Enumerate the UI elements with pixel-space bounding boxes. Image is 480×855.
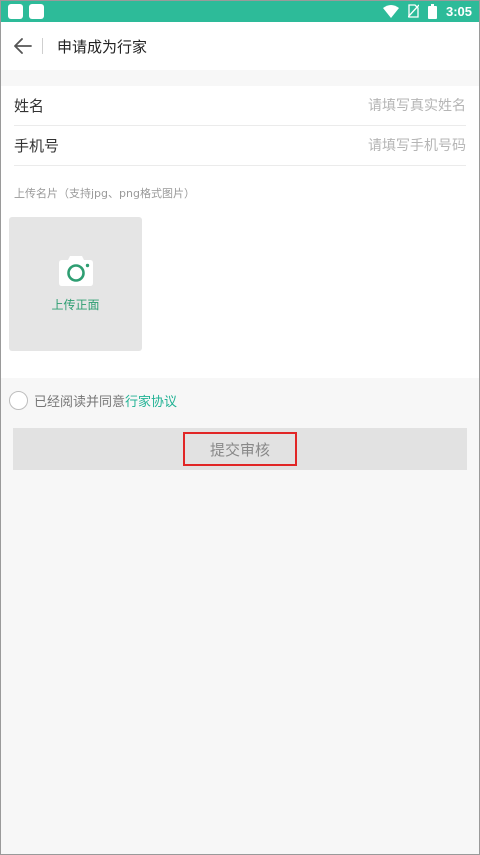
phone-input[interactable] xyxy=(206,137,466,154)
agreement-link[interactable]: 行家协议 xyxy=(125,391,177,410)
status-bar: 3:05 xyxy=(0,0,480,22)
no-sim-icon xyxy=(407,4,419,18)
app-square-icon xyxy=(29,3,44,19)
phone-label: 手机号 xyxy=(14,137,60,155)
status-icons: 3:05 xyxy=(382,3,472,19)
submit-review-button[interactable]: 提交审核 xyxy=(183,432,297,466)
header-divider xyxy=(42,38,43,54)
phone-row: 手机号 xyxy=(14,126,466,166)
agreement-checkbox[interactable] xyxy=(9,391,28,410)
wifi-icon xyxy=(382,4,399,18)
back-arrow-icon xyxy=(14,38,32,54)
upload-front-button[interactable]: 上传正面 xyxy=(9,217,142,351)
submit-bar: 提交审核 xyxy=(13,428,467,470)
back-button[interactable] xyxy=(10,33,36,59)
agreement-text: 已经阅读并同意 xyxy=(34,395,126,410)
status-time: 3:05 xyxy=(445,3,472,19)
upload-hint: 上传名片（支持jpg、png格式图片） xyxy=(14,187,195,200)
application-form: 姓名 手机号 上传名片（支持jpg、png格式图片） 上传正面 xyxy=(0,86,480,378)
name-label: 姓名 xyxy=(14,97,45,115)
camera-icon xyxy=(58,255,93,286)
battery-icon xyxy=(427,3,437,19)
upload-front-label: 上传正面 xyxy=(51,297,100,312)
name-input[interactable] xyxy=(206,97,466,114)
app-square-icon xyxy=(8,3,23,19)
top-app-bar: 申请成为行家 xyxy=(0,22,480,70)
name-row: 姓名 xyxy=(14,86,466,126)
page-title: 申请成为行家 xyxy=(57,37,148,56)
agreement-row: 已经阅读并同意 行家协议 xyxy=(9,391,177,410)
